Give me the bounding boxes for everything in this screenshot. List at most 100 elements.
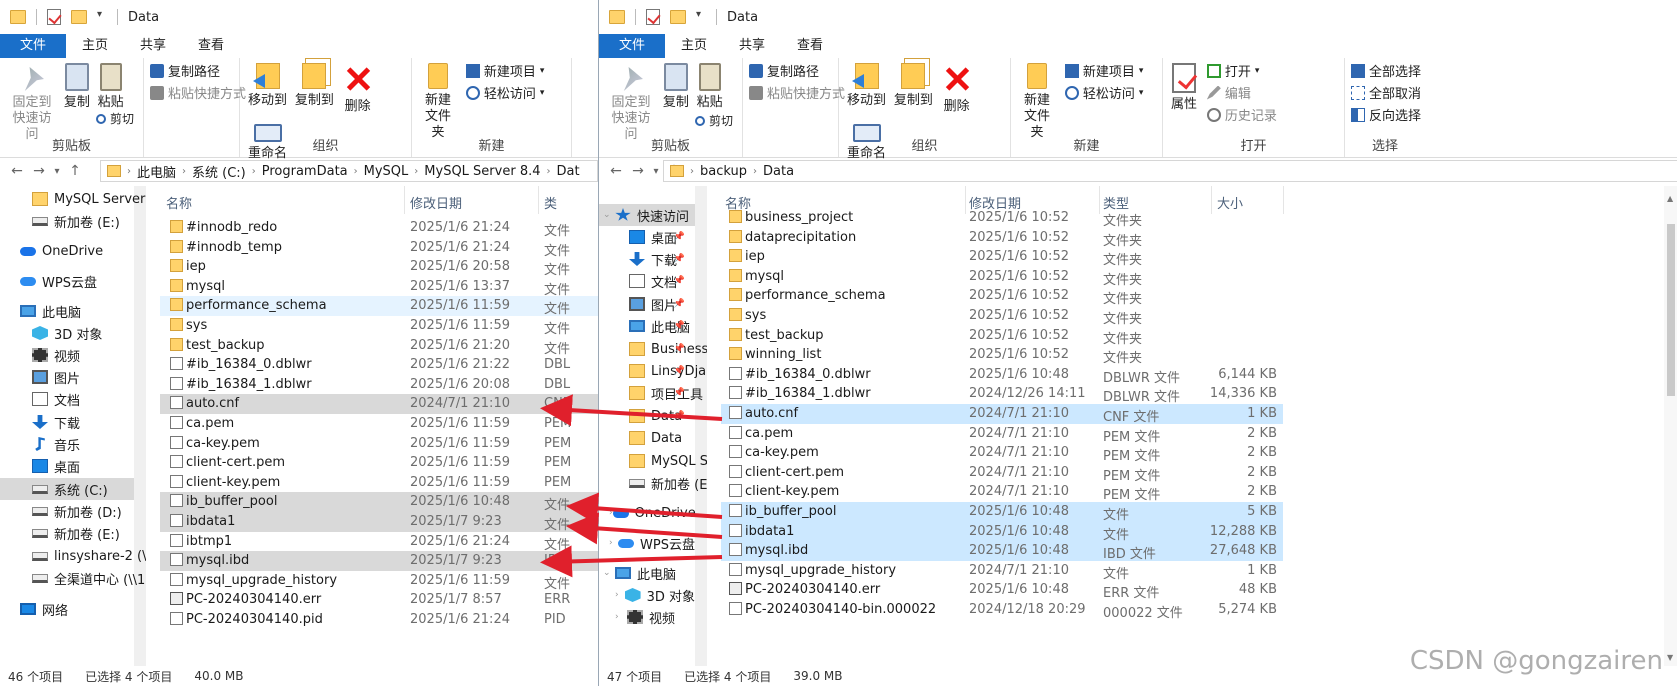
file-row[interactable]: mysql_upgrade_history 2025/1/6 11:59 文件 xyxy=(160,571,598,592)
nav-scrollbar[interactable] xyxy=(134,186,146,666)
file-row[interactable]: client-cert.pem 2025/1/6 11:59 PEM xyxy=(160,453,598,473)
nav-item[interactable]: 下载 📌 xyxy=(599,248,695,270)
new-folder-button[interactable]: 新建文件夹 xyxy=(420,61,456,141)
scroll-down-icon[interactable]: ▼ xyxy=(1667,653,1673,662)
nav-item[interactable]: LinsyDjango📌 xyxy=(599,360,707,382)
nav-item[interactable]: MySQL Server xyxy=(599,450,707,472)
properties-button[interactable]: 属性 xyxy=(1171,61,1197,113)
file-row[interactable]: test_backup 2025/1/6 10:52 文件夹 xyxy=(721,326,1283,347)
column-divider[interactable] xyxy=(538,186,539,214)
file-row[interactable]: PC-20240304140.pid 2025/1/6 21:24 PID xyxy=(160,610,598,630)
file-row[interactable]: ibdata1 2025/1/7 9:23 文件 xyxy=(160,512,598,533)
up-arrow-icon[interactable]: ↑ xyxy=(64,163,86,179)
file-row[interactable]: test_backup 2025/1/6 21:20 文件 xyxy=(160,336,598,357)
tab-view[interactable]: 查看 xyxy=(781,34,839,58)
easy-access-button[interactable]: 轻松访问 ▾ xyxy=(1064,83,1143,102)
file-row[interactable]: auto.cnf 2024/7/1 21:10 CNF xyxy=(160,394,598,414)
scrollbar-thumb[interactable] xyxy=(1667,224,1675,396)
column-divider[interactable] xyxy=(1283,186,1284,214)
address-bar[interactable]: › 此电脑 › 系统 (C:) › ProgramData › MySQL › … xyxy=(100,160,598,182)
file-row[interactable]: performance_schema 2025/1/6 11:59 文件 xyxy=(160,296,598,317)
file-list-scrollbar[interactable]: ▲ ▼ xyxy=(1664,186,1677,666)
copy-path-button[interactable]: 复制路径 xyxy=(749,61,845,80)
nav-item[interactable]: › 3D 对象 xyxy=(599,584,695,606)
recent-dropdown-icon[interactable]: ▾ xyxy=(50,166,64,177)
file-row[interactable]: PC-20240304140-bin.000022 2024/12/18 20:2… xyxy=(721,600,1283,621)
tab-file[interactable]: 文件 xyxy=(0,34,67,58)
address-bar[interactable]: › backup › Data xyxy=(663,160,1677,182)
tab-view[interactable]: 查看 xyxy=(182,34,240,58)
tab-home[interactable]: 主页 xyxy=(66,34,124,58)
column-header-name[interactable]: 名称 xyxy=(166,193,192,212)
copy-path-button[interactable]: 复制路径 xyxy=(150,61,246,80)
forward-arrow-icon[interactable]: → xyxy=(627,163,649,179)
file-row[interactable]: client-key.pem 2024/7/1 21:10 PEM 文件 2 KB xyxy=(721,482,1283,503)
nav-item[interactable]: BusinessPro📌 xyxy=(599,338,707,360)
breadcrumb-item[interactable]: backup xyxy=(700,164,747,179)
breadcrumb-item[interactable]: 此电脑 xyxy=(137,162,176,181)
nav-item[interactable]: 全渠道中心 (\\1( xyxy=(0,567,146,589)
new-item-button[interactable]: 新建项目 ▾ xyxy=(465,61,544,80)
cut-button[interactable]: 剪切 xyxy=(695,112,733,129)
nav-item[interactable]: › WPS云盘 xyxy=(599,532,695,554)
file-row[interactable]: ca-key.pem 2025/1/6 11:59 PEM xyxy=(160,434,598,454)
pin-icon[interactable]: 📌 xyxy=(674,299,685,309)
file-row[interactable]: PC-20240304140.err 2025/1/7 8:57 ERR xyxy=(160,590,598,610)
nav-item[interactable]: WPS云盘 xyxy=(0,270,134,292)
file-row[interactable]: #innodb_temp 2025/1/6 21:24 文件 xyxy=(160,238,598,259)
tab-share[interactable]: 共享 xyxy=(723,34,781,58)
file-row[interactable]: performance_schema 2025/1/6 10:52 文件夹 xyxy=(721,286,1283,307)
recent-dropdown-icon[interactable]: ▾ xyxy=(649,166,663,177)
file-row[interactable]: mysql.ibd 2025/1/6 10:48 IBD 文件 27,648 KB xyxy=(721,541,1283,562)
nav-item[interactable]: 文档 📌 xyxy=(599,270,695,292)
file-row[interactable]: #innodb_redo 2025/1/6 21:24 文件 xyxy=(160,218,598,239)
copy-to-button[interactable]: 复制到 xyxy=(295,61,334,109)
nav-item[interactable]: 视频 xyxy=(0,344,134,366)
file-row[interactable]: iep 2025/1/6 10:52 文件夹 xyxy=(721,247,1283,268)
nav-item[interactable]: ⌄ 快速访问 xyxy=(599,204,695,226)
new-item-button[interactable]: 新建项目 ▾ xyxy=(1064,61,1143,80)
open-button[interactable]: 打开 ▾ xyxy=(1206,61,1277,80)
new-folder-button[interactable]: 新建文件夹 xyxy=(1019,61,1055,141)
select-none-button[interactable]: 全部取消 xyxy=(1351,83,1421,102)
properties-icon[interactable] xyxy=(47,9,61,25)
pin-quick-access-button[interactable]: 固定到快速访问 xyxy=(607,61,655,143)
file-row[interactable]: ib_buffer_pool 2025/1/6 10:48 文件 5 KB xyxy=(721,502,1283,523)
pin-icon[interactable]: 📌 xyxy=(674,276,685,286)
tab-file[interactable]: 文件 xyxy=(599,34,666,58)
back-arrow-icon[interactable]: ← xyxy=(605,163,627,179)
move-to-button[interactable]: 移动到 xyxy=(847,61,886,109)
tab-home[interactable]: 主页 xyxy=(665,34,723,58)
pin-icon[interactable]: 📌 xyxy=(674,366,685,376)
history-button[interactable]: 历史记录 xyxy=(1206,105,1277,124)
select-all-button[interactable]: 全部选择 xyxy=(1351,61,1421,80)
nav-item[interactable]: 桌面 📌 xyxy=(599,226,695,248)
paste-button[interactable]: 粘贴 xyxy=(697,61,723,111)
file-row[interactable]: ibtmp1 2025/1/6 21:24 文件 xyxy=(160,532,598,553)
breadcrumb-item[interactable]: Dat xyxy=(557,164,580,179)
file-row[interactable]: client-key.pem 2025/1/6 11:59 PEM xyxy=(160,473,598,493)
breadcrumb-item[interactable]: MySQL xyxy=(364,164,409,179)
file-row[interactable]: mysql 2025/1/6 10:52 文件夹 xyxy=(721,267,1283,288)
properties-icon[interactable] xyxy=(646,9,660,25)
customize-dropdown-icon[interactable]: ▾ xyxy=(696,9,706,25)
chevron-right-icon[interactable]: › xyxy=(615,590,625,600)
nav-item[interactable]: 系统 (C:) xyxy=(0,478,134,500)
file-row[interactable]: business_project 2025/1/6 10:52 文件夹 xyxy=(721,208,1283,229)
scroll-up-icon[interactable]: ▲ xyxy=(1667,194,1673,203)
file-row[interactable]: dataprecipitation 2025/1/6 10:52 文件夹 xyxy=(721,228,1283,249)
delete-button[interactable]: 删除 xyxy=(941,61,973,115)
file-row[interactable]: ib_buffer_pool 2025/1/6 10:48 文件 xyxy=(160,492,598,513)
nav-item[interactable]: 新加卷 (E:) xyxy=(0,522,134,544)
paste-shortcut-button[interactable]: 粘贴快捷方式 xyxy=(150,83,246,102)
breadcrumb-item[interactable]: Data xyxy=(763,164,794,179)
nav-item[interactable]: 网络 xyxy=(0,598,134,620)
tab-share[interactable]: 共享 xyxy=(124,34,182,58)
nav-item[interactable]: OneDrive xyxy=(0,240,134,262)
paste-button[interactable]: 粘贴 xyxy=(98,61,124,111)
delete-button[interactable]: 删除 xyxy=(342,61,374,115)
pin-icon[interactable]: 📌 xyxy=(674,321,685,331)
invert-selection-button[interactable]: 反向选择 xyxy=(1351,105,1421,124)
breadcrumb-item[interactable]: MySQL Server 8.4 xyxy=(424,164,540,179)
edit-button[interactable]: 编辑 xyxy=(1206,83,1277,102)
